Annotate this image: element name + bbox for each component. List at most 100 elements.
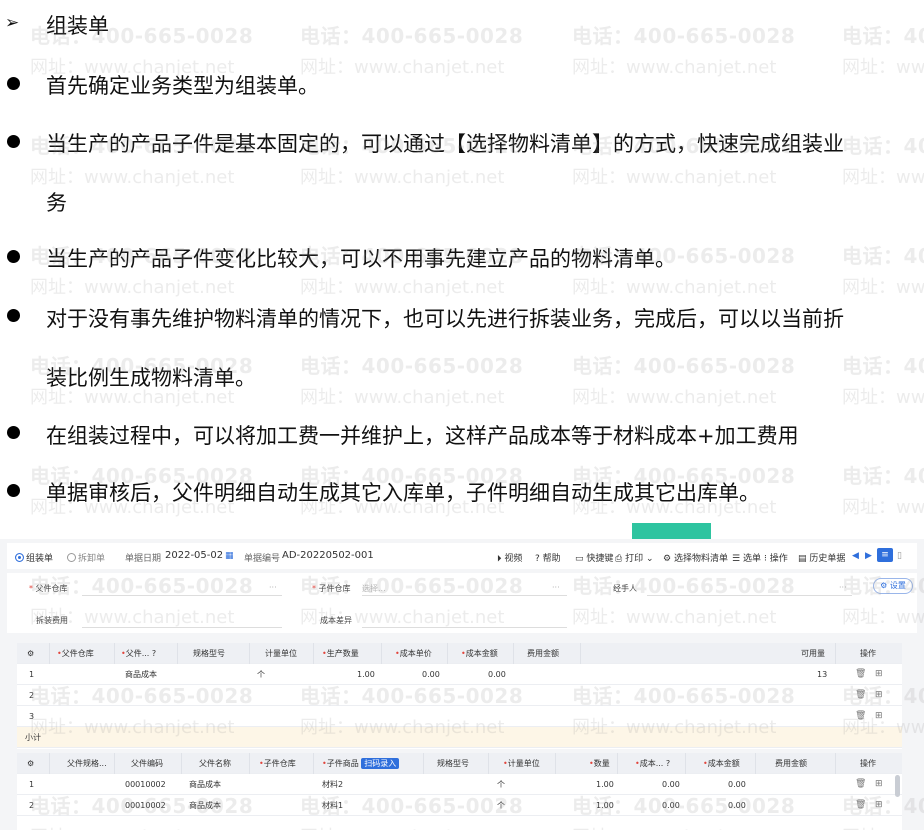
disassembly-fee-field[interactable] [82,627,282,628]
column-header[interactable]: 父件编码 [131,753,163,774]
column-header[interactable]: •成本金额 [461,643,498,664]
child-warehouse-field[interactable] [362,595,567,596]
column-header[interactable]: •成本单价 [395,643,432,664]
column-header[interactable]: •生产数量 [322,643,359,664]
parent-warehouse-field[interactable] [82,595,282,596]
column-header[interactable]: 规格型号 [193,643,225,664]
column-header[interactable]: 费用金额 [775,753,807,774]
help-button[interactable]: ? 帮助 [535,551,561,564]
delete-row-icon[interactable]: 🗑 [855,664,866,685]
child-warehouse-more-icon[interactable]: ··· [552,583,560,592]
price-cell[interactable]: 0.00 [662,774,680,795]
column-header[interactable]: 父件名称 [199,753,231,774]
unit-cell[interactable]: 个 [497,795,505,816]
settings-button[interactable]: ⚙ 设置 [873,578,913,594]
unit-cell[interactable]: 个 [497,774,505,795]
delete-row-icon[interactable]: 🗑 [855,685,866,706]
table-row[interactable]: 1 商品成本 个 1.00 0.00 0.00 13 🗑 ⊞ [17,664,902,685]
radio-disassemble[interactable]: 拆卸单 [67,551,105,564]
amount-cell[interactable]: 0.00 [728,774,746,795]
child-item-cell[interactable]: 材料2 [322,774,343,795]
chevron-down-icon: ⌄ [645,554,654,564]
watermark-phone: 电话：400-665-0028 [300,354,524,378]
child-warehouse-input[interactable]: 选择... [362,583,386,594]
select-bom-button[interactable]: ⚙ 选择物料清单 [663,551,728,564]
bullet-icon [7,77,20,90]
qty-cell[interactable]: 1.00 [596,795,614,816]
amount-cell[interactable]: 0.00 [488,664,506,685]
column-header[interactable]: •父件仓库 [57,643,94,664]
number-label: 单据编号 [244,554,281,564]
parent-code-cell[interactable]: 00010002 [125,795,166,816]
insert-row-icon[interactable]: ⊞ [875,664,883,685]
column-header[interactable]: •计量单位 [503,753,540,774]
column-settings-icon[interactable]: ⚙ [27,753,34,774]
column-header[interactable]: •父件... ? [121,643,156,664]
column-header[interactable]: •成本... ? [635,753,670,774]
active-tab[interactable] [632,523,711,539]
parent-name-cell[interactable]: 商品成本 [189,774,221,795]
column-settings-icon[interactable]: ⚙ [27,643,34,664]
bullet-text-continued: 务 [46,191,67,215]
date-value[interactable]: 2022-05-02 [165,550,223,561]
watermark: 电话：400-665-0028 网址：www.chanjet.net [300,20,523,79]
table-row[interactable]: 3 🗑 ⊞ [17,706,902,727]
delete-row-icon[interactable]: 🗑 [855,795,866,816]
column-header[interactable]: •子件仓库 [259,753,296,774]
card-view-icon[interactable]: ▯ [897,551,902,561]
table-row[interactable]: 1 00010002 商品成本 材料2 个 1.00 0.00 0.00 🗑 ⊞ [17,774,902,795]
parent-code-cell[interactable]: 00010002 [125,774,166,795]
handler-more-icon[interactable]: ··· [839,583,847,592]
qty-cell[interactable]: 1.00 [357,664,375,685]
price-cell[interactable]: 0.00 [422,664,440,685]
table-row[interactable]: 2 00010002 商品成本 材料1 个 1.00 0.00 0.00 🗑 ⊞ [17,795,902,816]
watermark-url: 网址：www.chanjet.net [842,497,924,518]
column-header-text: 成本金额 [465,649,498,658]
column-header[interactable]: 计量单位 [265,643,297,664]
price-cell[interactable]: 0.00 [662,795,680,816]
handler-field[interactable] [647,595,852,596]
parent-warehouse-more-icon[interactable]: ··· [269,583,277,592]
table-row[interactable]: 2 🗑 ⊞ [17,685,902,706]
insert-row-icon[interactable]: ⊞ [875,795,883,816]
video-button[interactable]: ⏵ 视频 [497,551,522,564]
history-button[interactable]: ▤ 历史单据 [798,551,845,564]
qty-cell[interactable]: 1.00 [596,774,614,795]
table-header-row: ⚙ 父件规格... 父件编码 父件名称 •子件仓库 •子件商品 扫码录入 规格型… [17,753,902,774]
section-heading: 组装单 [46,14,109,38]
column-header: 操作 [860,649,876,658]
column-header[interactable]: •数量 [589,753,610,774]
column-header[interactable]: 规格型号 [437,753,469,774]
radio-assemble[interactable]: 组装单 [15,551,53,564]
print-button[interactable]: ⎙ 打印 ⌄ [615,551,654,564]
insert-row-icon[interactable]: ⊞ [875,706,883,727]
delete-row-icon[interactable]: 🗑 [855,774,866,795]
cost-diff-field[interactable] [362,627,567,628]
watermark-url: 网址：www.chanjet.net [572,387,777,408]
list-view-icon[interactable]: ≡ [877,548,893,562]
scan-entry-button[interactable]: 扫码录入 [361,758,400,769]
print-label: 打印 [625,554,644,564]
column-header[interactable]: 父件规格... [67,753,107,774]
vertical-scrollbar[interactable] [895,775,900,797]
parent-name-cell[interactable]: 商品成本 [189,795,221,816]
column-header[interactable]: •子件商品 扫码录入 [322,753,400,774]
insert-row-icon[interactable]: ⊞ [875,685,883,706]
parent-name-cell[interactable]: 商品成本 [125,664,157,685]
select-doc-button[interactable]: ☰ 选单 [732,551,761,564]
prev-icon[interactable]: ◀ [852,551,859,561]
operate-button[interactable]: ⁝ 操作 [764,551,788,564]
watermark: 电话：400-665-0028 网址：www.chanjet.net [842,350,924,409]
calendar-icon[interactable]: ▦ [225,551,234,561]
column-header[interactable]: •成本金额 [703,753,740,774]
child-item-cell[interactable]: 材料1 [322,795,343,816]
column-header[interactable]: 可用量 [801,643,825,664]
shortcut-button[interactable]: ▭ 快捷键 [575,551,613,564]
next-icon[interactable]: ▶ [865,551,872,561]
delete-row-icon[interactable]: 🗑 [855,706,866,727]
insert-row-icon[interactable]: ⊞ [875,774,883,795]
amount-cell[interactable]: 0.00 [728,795,746,816]
unit-cell[interactable]: 个 [257,664,265,685]
column-header[interactable]: 费用金额 [527,643,559,664]
column-header-text: 成本单价 [399,649,432,658]
